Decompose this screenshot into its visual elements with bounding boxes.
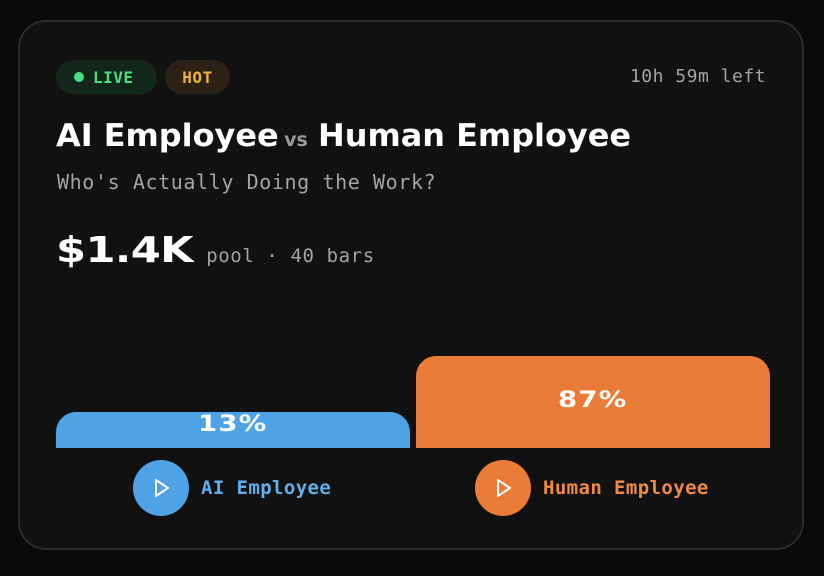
play-icon [155,479,169,497]
human-share-label: 87% [558,388,628,413]
title-vs: vs [284,129,308,151]
ai-share-label: 13% [198,412,268,437]
ai-share-bar: 13% [56,412,410,448]
ai-employee-option[interactable]: AI Employee [133,460,331,516]
human-play-button[interactable] [475,460,531,516]
play-icon [497,479,511,497]
time-left: 10h 59m left [629,66,766,87]
pool-amount: $1.4K [56,230,194,271]
market-card: LIVE HOT 10h 59m left AI Employee vs Hum… [18,20,804,550]
ai-option-label[interactable]: AI Employee [201,477,331,499]
title-left: AI Employee [56,118,279,154]
human-employee-option[interactable]: Human Employee [475,460,709,516]
pool-label: pool · 40 bars [206,245,375,267]
pool-info: $1.4K pool · 40 bars [56,230,375,271]
live-badge-label: LIVE [93,67,134,87]
human-share-bar: 87% [416,356,770,448]
hot-badge: HOT [165,60,230,94]
live-dot-icon [74,72,84,82]
live-badge: LIVE [56,60,157,94]
page-title: AI Employee vs Human Employee [56,118,631,154]
ai-play-button[interactable] [133,460,189,516]
title-right: Human Employee [317,118,631,154]
vote-split-bars: 13% 87% [56,356,770,448]
human-option-label[interactable]: Human Employee [543,477,709,499]
subtitle: Who's Actually Doing the Work? [57,170,437,194]
hot-badge-label: HOT [182,67,213,87]
